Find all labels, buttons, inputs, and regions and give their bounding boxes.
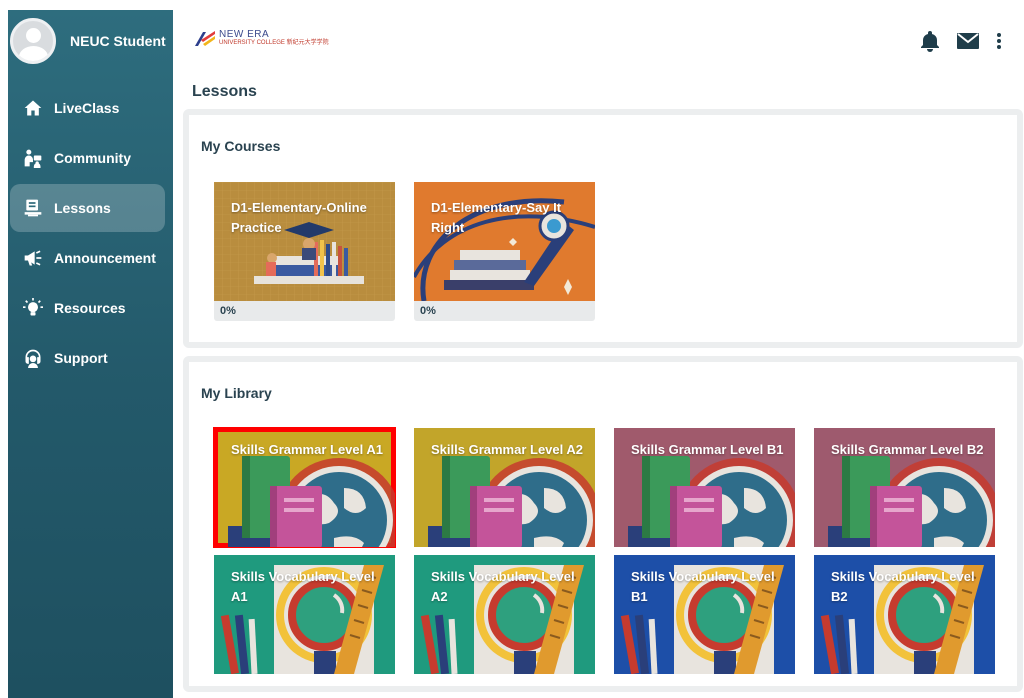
- lessons-icon: [22, 197, 44, 219]
- library-card[interactable]: Skills Vocabulary Level A1: [214, 555, 395, 674]
- avatar: [10, 18, 56, 64]
- logo-line-1: NEW ERA: [219, 29, 270, 40]
- sidebar-item-community[interactable]: Community: [10, 134, 165, 182]
- sidebar-item-label: Community: [54, 150, 131, 166]
- library-card-title: Skills Grammar Level A1: [231, 442, 383, 457]
- sidebar-item-label: Announcement: [54, 250, 156, 266]
- header-actions: [904, 30, 1002, 52]
- sidebar-item-label: LiveClass: [54, 100, 120, 116]
- page-title: Lessons: [192, 83, 257, 100]
- library-card[interactable]: Skills Vocabulary Level A2: [414, 555, 595, 674]
- sidebar-item-label: Lessons: [54, 200, 111, 216]
- my-courses-panel: My Courses D1-Elementary-Online Practice…: [183, 109, 1023, 348]
- support-icon: [22, 347, 44, 369]
- community-icon: [22, 147, 44, 169]
- brand-logo[interactable]: NEW ERA UNIVERSITY COLLEGE 新纪元大学学院: [194, 28, 329, 48]
- library-card[interactable]: Skills Vocabulary Level B2: [814, 555, 995, 674]
- more-vertical-icon[interactable]: [996, 32, 1002, 50]
- library-card[interactable]: Skills Grammar Level B1: [614, 428, 795, 547]
- profile-header[interactable]: NEUC Student: [8, 10, 173, 72]
- lightbulb-icon: [22, 297, 44, 319]
- library-card[interactable]: Skills Grammar Level A2: [414, 428, 595, 547]
- library-card-title: Skills Grammar Level A2: [431, 442, 583, 457]
- section-title: My Library: [201, 385, 272, 401]
- library-card-title: Skills Grammar Level B1: [631, 442, 784, 457]
- sidebar-item-lessons[interactable]: Lessons: [10, 184, 165, 232]
- course-progress: 0%: [414, 301, 595, 321]
- profile-name: NEUC Student: [70, 33, 166, 49]
- sidebar-item-resources[interactable]: Resources: [10, 284, 165, 332]
- megaphone-icon: [22, 247, 44, 269]
- sidebar-item-label: Resources: [54, 300, 126, 316]
- logo-line-2: UNIVERSITY COLLEGE 新纪元大学学院: [219, 40, 329, 46]
- sidebar-item-label: Support: [54, 350, 108, 366]
- course-title: D1-Elementary-Say It Right: [431, 200, 562, 235]
- course-title: D1-Elementary-Online Practice: [231, 200, 367, 235]
- sidebar-item-liveclass[interactable]: LiveClass: [10, 84, 165, 132]
- library-card-title: Skills Vocabulary Level A2: [431, 569, 575, 604]
- course-card-online-practice[interactable]: D1-Elementary-Online Practice: [214, 182, 395, 301]
- library-card-title: Skills Grammar Level B2: [831, 442, 984, 457]
- my-library-panel: My Library Skills Grammar Level A1 Skill…: [183, 356, 1023, 692]
- course-progress: 0%: [214, 301, 395, 321]
- sidebar-item-announcement[interactable]: Announcement: [10, 234, 165, 282]
- library-card-title: Skills Vocabulary Level B2: [831, 569, 975, 604]
- bell-icon[interactable]: [920, 30, 940, 52]
- library-card-title: Skills Vocabulary Level B1: [631, 569, 775, 604]
- library-card-title: Skills Vocabulary Level A1: [231, 569, 375, 604]
- library-card[interactable]: Skills Vocabulary Level B1: [614, 555, 795, 674]
- library-card[interactable]: Skills Grammar Level B2: [814, 428, 995, 547]
- sidebar: NEUC Student LiveClass Community Lessons…: [8, 10, 173, 698]
- section-title: My Courses: [201, 138, 281, 154]
- course-card-say-it-right[interactable]: D1-Elementary-Say It Right: [414, 182, 595, 301]
- sidebar-nav: LiveClass Community Lessons Announcement…: [8, 84, 173, 382]
- new-era-logo-icon: [195, 31, 215, 46]
- home-icon: [22, 97, 44, 119]
- library-card[interactable]: Skills Grammar Level A1: [213, 427, 396, 548]
- sidebar-item-support[interactable]: Support: [10, 334, 165, 382]
- mail-icon[interactable]: [956, 32, 980, 50]
